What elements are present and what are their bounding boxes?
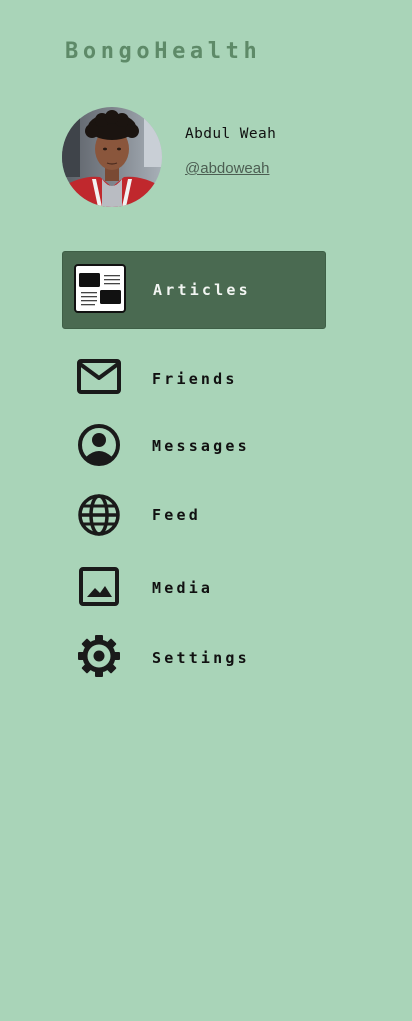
app-brand: BongoHealth [65,39,262,64]
nav-item-feed[interactable]: Feed [62,490,326,540]
globe-icon [76,492,122,538]
image-icon [78,566,122,610]
nav-item-media[interactable]: Media [62,562,326,612]
nav-label-media: Media [152,579,214,597]
nav-label-friends: Friends [152,370,238,388]
nav-item-messages[interactable]: Messages [62,420,326,470]
nav-label-articles: Articles [153,281,251,299]
user-name: Abdul Weah [185,126,277,142]
newspaper-icon [74,264,126,314]
user-handle-link[interactable]: @abdoweah [185,159,269,179]
nav-label-feed: Feed [152,506,201,524]
nav-item-friends[interactable]: Friends [62,352,326,402]
envelope-icon [76,355,122,401]
nav-item-settings[interactable]: Settings [62,632,326,682]
nav-item-articles[interactable]: Articles [62,251,326,329]
avatar[interactable] [62,107,162,207]
gear-icon [76,633,122,679]
nav-label-messages: Messages [152,437,250,455]
user-circle-icon [76,422,122,468]
nav-label-settings: Settings [152,649,250,667]
